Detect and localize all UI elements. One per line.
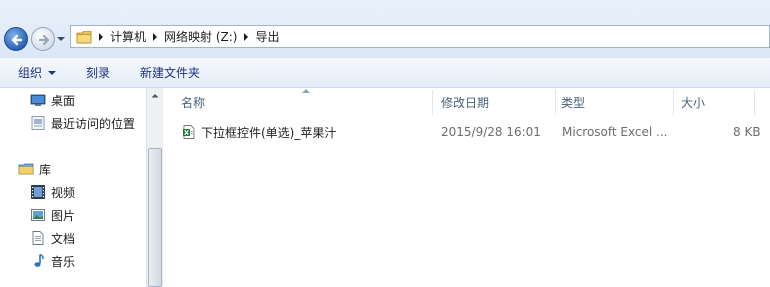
nav-item-label: 文档 xyxy=(51,231,76,246)
column-header-type[interactable]: 类型 xyxy=(561,90,585,115)
scroll-up-arrow-icon[interactable] xyxy=(147,88,163,104)
file-list: 名称 修改日期 类型 大小 下拉框控件(单选)_苹果汁 2015/9/28 16… xyxy=(163,88,770,287)
breadcrumb-separator-icon[interactable] xyxy=(152,32,158,41)
column-divider[interactable] xyxy=(673,90,674,115)
column-divider[interactable] xyxy=(754,90,755,115)
breadcrumb-separator-icon[interactable] xyxy=(98,32,104,41)
nav-item-label: 最近访问的位置 xyxy=(51,116,136,131)
recent-places-icon xyxy=(31,116,45,130)
scrollbar-thumb[interactable] xyxy=(148,148,162,287)
forward-button[interactable] xyxy=(31,27,55,51)
nav-pane-scrollbar[interactable] xyxy=(146,88,163,287)
organize-button[interactable]: 组织 xyxy=(18,64,57,81)
column-divider[interactable] xyxy=(432,90,433,115)
column-header-modified[interactable]: 修改日期 xyxy=(441,90,489,115)
file-modified-cell: 2015/9/28 16:01 xyxy=(441,125,541,139)
nav-group-libraries[interactable]: 库 xyxy=(18,160,51,178)
breadcrumb-network-drive[interactable]: 网络映射 (Z:) xyxy=(164,28,237,45)
documents-icon xyxy=(32,231,44,245)
column-header-label: 名称 xyxy=(181,96,206,110)
excel-file-icon xyxy=(183,125,195,139)
new-folder-button[interactable]: 新建文件夹 xyxy=(140,64,200,81)
column-header-size[interactable]: 大小 xyxy=(681,90,705,115)
burn-button[interactable]: 刻录 xyxy=(86,64,110,81)
organize-label: 组织 xyxy=(18,66,43,80)
file-name: 下拉框控件(单选)_苹果汁 xyxy=(201,125,337,140)
back-button[interactable] xyxy=(4,27,28,51)
nav-item-music[interactable]: 音乐 xyxy=(30,252,75,270)
command-toolbar: 组织 刻录 新建文件夹 xyxy=(0,58,770,88)
nav-item-label: 图片 xyxy=(51,208,76,223)
nav-item-documents[interactable]: 文档 xyxy=(30,229,75,247)
breadcrumb-separator-icon[interactable] xyxy=(243,32,249,41)
column-header-label: 类型 xyxy=(561,96,586,110)
file-type-cell: Microsoft Excel ... xyxy=(562,125,668,139)
file-name-cell[interactable]: 下拉框控件(单选)_苹果汁 xyxy=(181,121,336,143)
burn-label: 刻录 xyxy=(86,66,111,80)
sort-ascending-icon xyxy=(302,89,310,93)
pictures-icon xyxy=(31,209,45,221)
navigation-pane: 桌面 最近访问的位置 库 视频 图片 文档 音乐 xyxy=(0,88,146,287)
nav-item-videos[interactable]: 视频 xyxy=(30,183,75,201)
address-bar-region: 计算机 网络映射 (Z:) 导出 xyxy=(0,0,770,58)
breadcrumb-export[interactable]: 导出 xyxy=(255,28,279,45)
back-arrow-icon xyxy=(11,34,23,46)
column-header-label: 大小 xyxy=(681,96,706,110)
breadcrumb-computer[interactable]: 计算机 xyxy=(110,28,146,45)
nav-group-label: 库 xyxy=(39,162,52,177)
chevron-down-icon xyxy=(48,70,57,75)
nav-item-desktop[interactable]: 桌面 xyxy=(30,91,75,109)
folder-icon xyxy=(76,30,92,43)
nav-item-pictures[interactable]: 图片 xyxy=(30,206,75,224)
new-folder-label: 新建文件夹 xyxy=(140,66,201,80)
nav-item-label: 桌面 xyxy=(51,93,76,108)
address-box[interactable]: 计算机 网络映射 (Z:) 导出 xyxy=(70,25,770,48)
libraries-icon xyxy=(18,163,34,175)
file-size-cell: 8 KB xyxy=(733,125,761,139)
column-header-name[interactable]: 名称 xyxy=(181,90,205,115)
column-header-label: 修改日期 xyxy=(441,96,490,110)
desktop-icon xyxy=(30,94,46,106)
music-icon xyxy=(34,253,44,267)
table-row[interactable]: 下拉框控件(单选)_苹果汁 2015/9/28 16:01 Microsoft … xyxy=(177,121,767,143)
recent-pages-dropdown-icon[interactable] xyxy=(57,35,65,43)
column-divider[interactable] xyxy=(555,90,556,115)
nav-item-label: 音乐 xyxy=(51,254,76,269)
video-icon xyxy=(31,185,45,199)
nav-item-label: 视频 xyxy=(51,185,76,200)
forward-arrow-icon xyxy=(38,34,50,46)
nav-item-recent-places[interactable]: 最近访问的位置 xyxy=(30,114,135,132)
